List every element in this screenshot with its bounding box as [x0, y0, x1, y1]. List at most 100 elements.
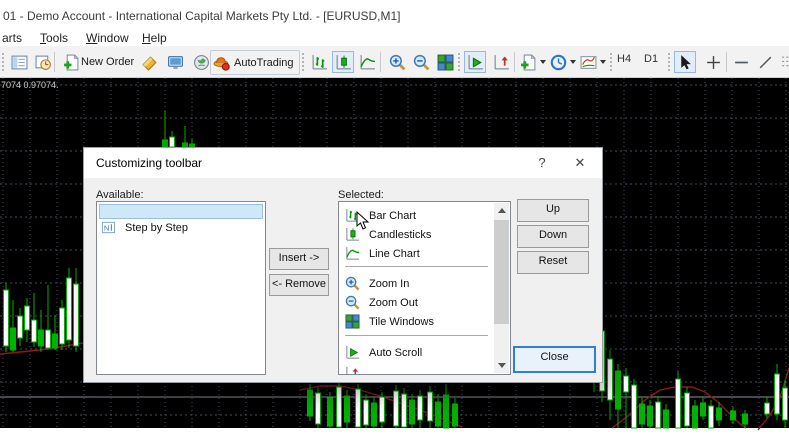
list-separator: [345, 335, 488, 336]
autotrading-label: AutoTrading: [234, 57, 294, 69]
menu-window[interactable]: Window: [86, 31, 129, 45]
trendline-button[interactable]: [754, 51, 776, 73]
periods-dropdown[interactable]: [550, 51, 576, 73]
toolbar-separator: [54, 52, 55, 72]
zoom-out-icon: [345, 295, 360, 310]
candlesticks-icon: [335, 54, 352, 71]
available-selected-blank-row[interactable]: [99, 204, 263, 219]
selected-list-scrollbar[interactable]: [494, 203, 509, 373]
horizontal-line-icon: [733, 54, 750, 71]
arrow-down-icon: [498, 363, 506, 368]
toolbar-separator: [726, 52, 727, 72]
indicators-dropdown[interactable]: [520, 51, 546, 73]
list-item-zoom-in[interactable]: Zoom In: [339, 274, 510, 293]
list-item-partial[interactable]: [339, 364, 510, 375]
autotrading-button[interactable]: AutoTrading: [210, 50, 300, 75]
list-item-step-by-step[interactable]: Step by Step: [97, 219, 265, 236]
main-toolbar: New Order AutoTrading H4 D1: [0, 46, 789, 78]
reset-button[interactable]: Reset: [517, 251, 589, 274]
dialog-title: Customizing toolbar: [96, 156, 202, 170]
trendline-icon: [757, 54, 774, 71]
application-window: 7074 0.97074. 01 - Demo Account - Intern…: [0, 0, 789, 435]
auto-scroll-button[interactable]: [464, 51, 486, 73]
new-order-icon: [63, 54, 80, 71]
new-order-button[interactable]: [60, 51, 82, 73]
zoom-in-icon: [345, 276, 360, 291]
templates-dropdown[interactable]: [580, 51, 606, 73]
close-button[interactable]: Close: [513, 346, 596, 373]
horizontal-line-button[interactable]: [730, 51, 752, 73]
data-window-icon: [35, 54, 52, 71]
list-item-auto-scroll[interactable]: Auto Scroll: [339, 343, 510, 362]
candlestick-chart-button[interactable]: [332, 51, 354, 73]
market-watch-button[interactable]: [8, 51, 30, 73]
scrollbar-thumb[interactable]: [494, 220, 509, 324]
list-item-tile-windows[interactable]: Tile Windows: [339, 312, 510, 331]
customizing-toolbar-dialog: Customizing toolbar ? ✕ Available: Selec…: [83, 147, 603, 383]
chevron-down-icon: [570, 60, 576, 64]
fibonacci-button[interactable]: [778, 51, 789, 73]
scrollbar-down-arrow[interactable]: [494, 358, 509, 373]
toolbar-grip[interactable]: [610, 53, 615, 71]
tile-windows-button[interactable]: [434, 51, 456, 73]
selected-label: Selected:: [338, 189, 384, 201]
templates-icon: [580, 54, 597, 71]
available-list[interactable]: Step by Step: [96, 201, 266, 375]
tile-windows-icon: [437, 54, 454, 71]
dialog-close-icon[interactable]: ✕: [570, 153, 590, 173]
down-button[interactable]: Down: [517, 225, 589, 248]
auto-scroll-icon: [467, 54, 484, 71]
terminal-button[interactable]: [164, 51, 186, 73]
remove-button[interactable]: <- Remove: [269, 274, 329, 296]
list-separator: [345, 266, 488, 267]
crosshair-button[interactable]: [702, 51, 724, 73]
cursor-button[interactable]: [674, 51, 696, 73]
toolbar-separator: [380, 52, 381, 72]
menu-tools[interactable]: Tools: [40, 31, 68, 45]
window-titlebar: 01 - Demo Account - International Capita…: [0, 0, 789, 30]
menu-help[interactable]: Help: [142, 31, 167, 45]
list-item-line-chart[interactable]: Line Chart: [339, 244, 510, 263]
toolbar-grip[interactable]: [458, 53, 463, 71]
market-watch-icon: [11, 54, 28, 71]
toolbar-grip[interactable]: [2, 53, 7, 71]
tile-windows-icon: [345, 314, 360, 329]
zoom-out-button[interactable]: [410, 51, 432, 73]
data-window-button[interactable]: [32, 51, 54, 73]
window-title: 01 - Demo Account - International Capita…: [3, 9, 401, 23]
list-item-zoom-out[interactable]: Zoom Out: [339, 293, 510, 312]
timeframe-h4-button[interactable]: H4: [617, 53, 631, 65]
dialog-titlebar[interactable]: Customizing toolbar ? ✕: [84, 148, 602, 178]
up-button[interactable]: Up: [517, 199, 589, 222]
insert-button[interactable]: Insert ->: [269, 248, 329, 270]
chevron-down-icon: [600, 60, 606, 64]
available-label: Available:: [96, 189, 144, 201]
globe-icon: [193, 54, 210, 71]
bar-chart-button[interactable]: [308, 51, 330, 73]
toolbar-grip[interactable]: [302, 53, 307, 71]
menu-bar: arts Tools Window Help: [0, 30, 789, 46]
chart-shift-button[interactable]: [490, 51, 512, 73]
chart-price-label: 7074 0.97074.: [1, 80, 59, 90]
clock-icon: [550, 54, 567, 71]
bar-chart-icon: [311, 54, 328, 71]
line-chart-icon: [359, 54, 376, 71]
timeframe-d1-button[interactable]: D1: [644, 53, 658, 65]
toolbar-separator: [514, 52, 515, 72]
new-order-label[interactable]: New Order: [81, 56, 134, 68]
scrollbar-up-arrow[interactable]: [494, 203, 509, 218]
line-chart-button[interactable]: [356, 51, 378, 73]
chart-shift-icon: [493, 54, 510, 71]
line-chart-icon: [345, 246, 360, 261]
toolbar-grip[interactable]: [668, 53, 673, 71]
dialog-help-button[interactable]: ?: [532, 153, 552, 173]
metaeditor-button[interactable]: [138, 51, 160, 73]
terminal-icon: [167, 54, 184, 71]
menu-charts[interactable]: arts: [2, 31, 22, 45]
chevron-down-icon: [540, 60, 546, 64]
zoom-in-icon: [389, 54, 406, 71]
zoom-in-button[interactable]: [386, 51, 408, 73]
zoom-out-icon: [413, 54, 430, 71]
step-by-step-icon: [101, 220, 116, 235]
news-button[interactable]: [190, 51, 212, 73]
